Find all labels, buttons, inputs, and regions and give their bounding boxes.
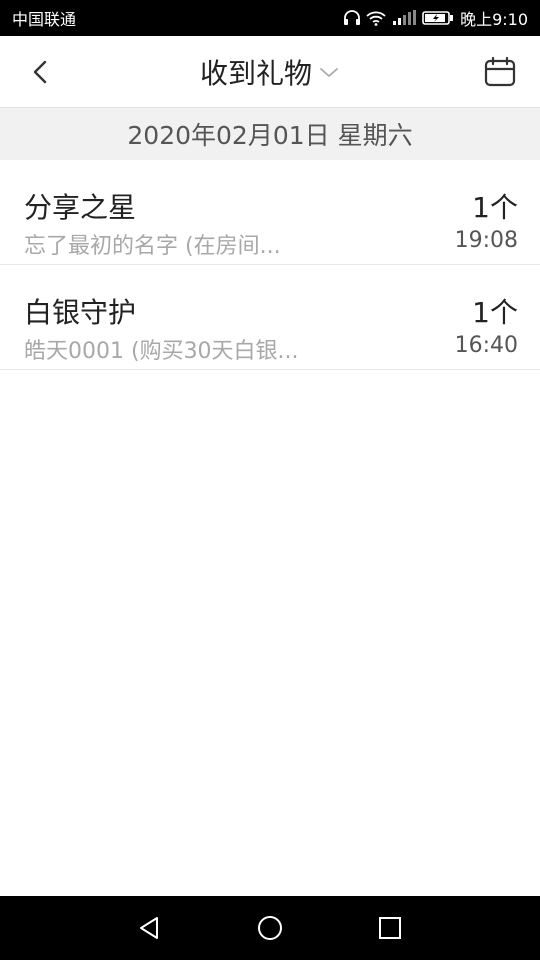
nav-recents-icon: [379, 917, 401, 939]
wifi-icon: [366, 11, 386, 26]
nav-back-button[interactable]: [134, 912, 166, 944]
nav-back-icon: [140, 917, 158, 939]
carrier-label: 中国联通: [12, 10, 77, 29]
gift-row[interactable]: 白银守护 皓天0001 (购买30天白银... 1个 16:40: [0, 265, 540, 370]
gift-row[interactable]: 分享之星 忘了最初的名字 (在房间... 1个 19:08: [0, 160, 540, 265]
title-wrap: 收到礼物: [0, 36, 540, 108]
status-time: 晚上9:10: [460, 10, 528, 29]
gift-time: 16:40: [454, 333, 518, 358]
status-right: 晚上9:10: [343, 6, 528, 30]
back-button[interactable]: [22, 54, 58, 90]
headphones-icon: [344, 10, 361, 25]
calendar-button[interactable]: [482, 54, 518, 90]
title-dropdown[interactable]: 收到礼物: [200, 52, 340, 92]
navigation-bar: [0, 896, 540, 960]
nav-home-icon: [258, 916, 282, 940]
gift-count: 1个: [472, 296, 518, 329]
gift-time: 19:08: [454, 228, 518, 253]
4g-signal-icon: [393, 10, 417, 25]
nav-recents-button[interactable]: [374, 912, 406, 944]
gift-desc: 忘了最初的名字 (在房间...: [24, 234, 281, 259]
status-bar: 中国联通 晚上9:10: [0, 0, 540, 36]
date-bar: 2020年02月01日 星期六: [0, 108, 540, 160]
gift-desc: 皓天0001 (购买30天白银...: [24, 339, 299, 364]
date-label: 2020年02月01日 星期六: [127, 121, 413, 150]
back-chevron-icon: [33, 60, 47, 84]
gift-list: 分享之星 忘了最初的名字 (在房间... 1个 19:08 白银守护 皓天000…: [0, 160, 540, 370]
nav-home-button[interactable]: [254, 912, 286, 944]
gift-name: 白银守护: [24, 296, 137, 329]
battery-charging-icon: [422, 11, 454, 25]
header: 收到礼物: [0, 36, 540, 108]
page-title: 收到礼物: [199, 57, 312, 90]
gift-name: 分享之星: [24, 191, 137, 224]
chevron-down-icon: [320, 68, 338, 77]
calendar-icon: [484, 56, 516, 87]
gift-count: 1个: [472, 191, 518, 224]
status-icons: [343, 10, 454, 26]
